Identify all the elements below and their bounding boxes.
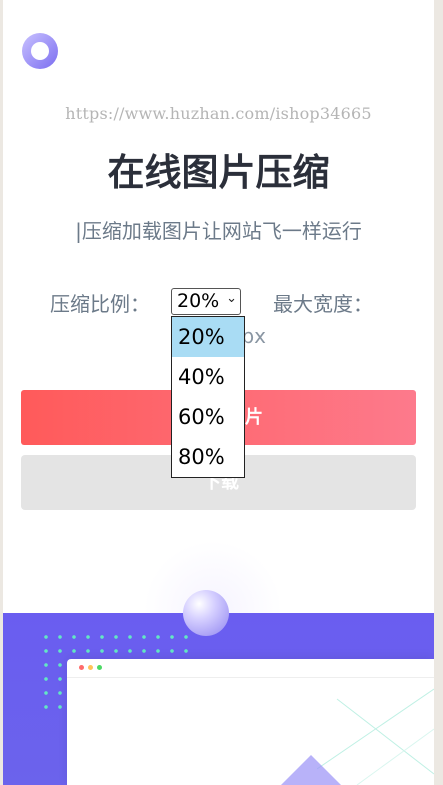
compress-ratio-dropdown[interactable]: 20% 40% 60% 80% — [171, 316, 245, 478]
logo-ring-icon[interactable] — [22, 33, 58, 69]
window-maximize-dot — [97, 665, 102, 670]
page-title: 在线图片压缩 — [107, 151, 330, 194]
watermark-url: https://www.huzhan.com/ishop34665 — [65, 104, 372, 123]
ratio-option-20[interactable]: 20% — [172, 317, 244, 357]
triangle-decoration — [281, 755, 341, 785]
compress-ratio-label: 压缩比例： — [50, 292, 150, 316]
ratio-option-40[interactable]: 40% — [172, 357, 244, 397]
compress-ratio-value: 20% — [177, 290, 220, 312]
chevron-down-icon: ⌄ — [226, 291, 237, 306]
page-subtitle: |压缩加载图片让网站飞一样运行 — [75, 219, 362, 243]
ratio-option-80[interactable]: 80% — [172, 437, 244, 477]
compress-button-label: 片 — [245, 407, 263, 428]
width-unit: px — [241, 324, 266, 348]
compress-ratio-select[interactable]: 20% ⌄ — [171, 288, 241, 315]
browser-mockup-illustration — [67, 659, 434, 785]
page: https://www.huzhan.com/ishop34665 在线图片压缩… — [3, 0, 434, 785]
ratio-option-60[interactable]: 60% — [172, 397, 244, 437]
browser-mockup-titlebar — [67, 659, 434, 678]
window-close-dot — [79, 665, 84, 670]
window-minimize-dot — [88, 665, 93, 670]
max-width-label: 最大宽度： — [273, 292, 373, 316]
orb-decoration — [183, 590, 229, 636]
